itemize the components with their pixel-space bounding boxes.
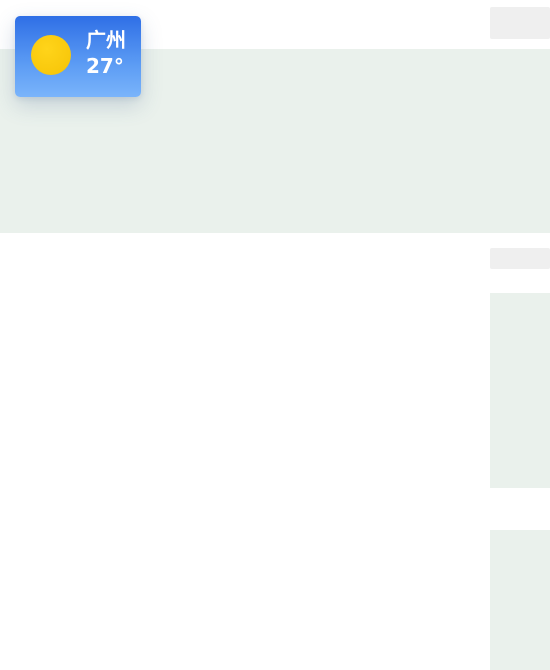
section-tag-placeholder (490, 248, 550, 269)
weather-city: 广州 (86, 28, 126, 52)
top-right-placeholder (490, 7, 550, 39)
content-card-placeholder-1 (490, 293, 550, 488)
content-card-placeholder-2 (490, 530, 550, 670)
weather-temperature: 27° (86, 54, 124, 78)
weather-widget[interactable]: 广州 27° (15, 16, 141, 97)
page: 广州 27° (0, 0, 550, 670)
sun-icon (31, 35, 71, 75)
weather-info: 广州 27° (86, 27, 126, 79)
